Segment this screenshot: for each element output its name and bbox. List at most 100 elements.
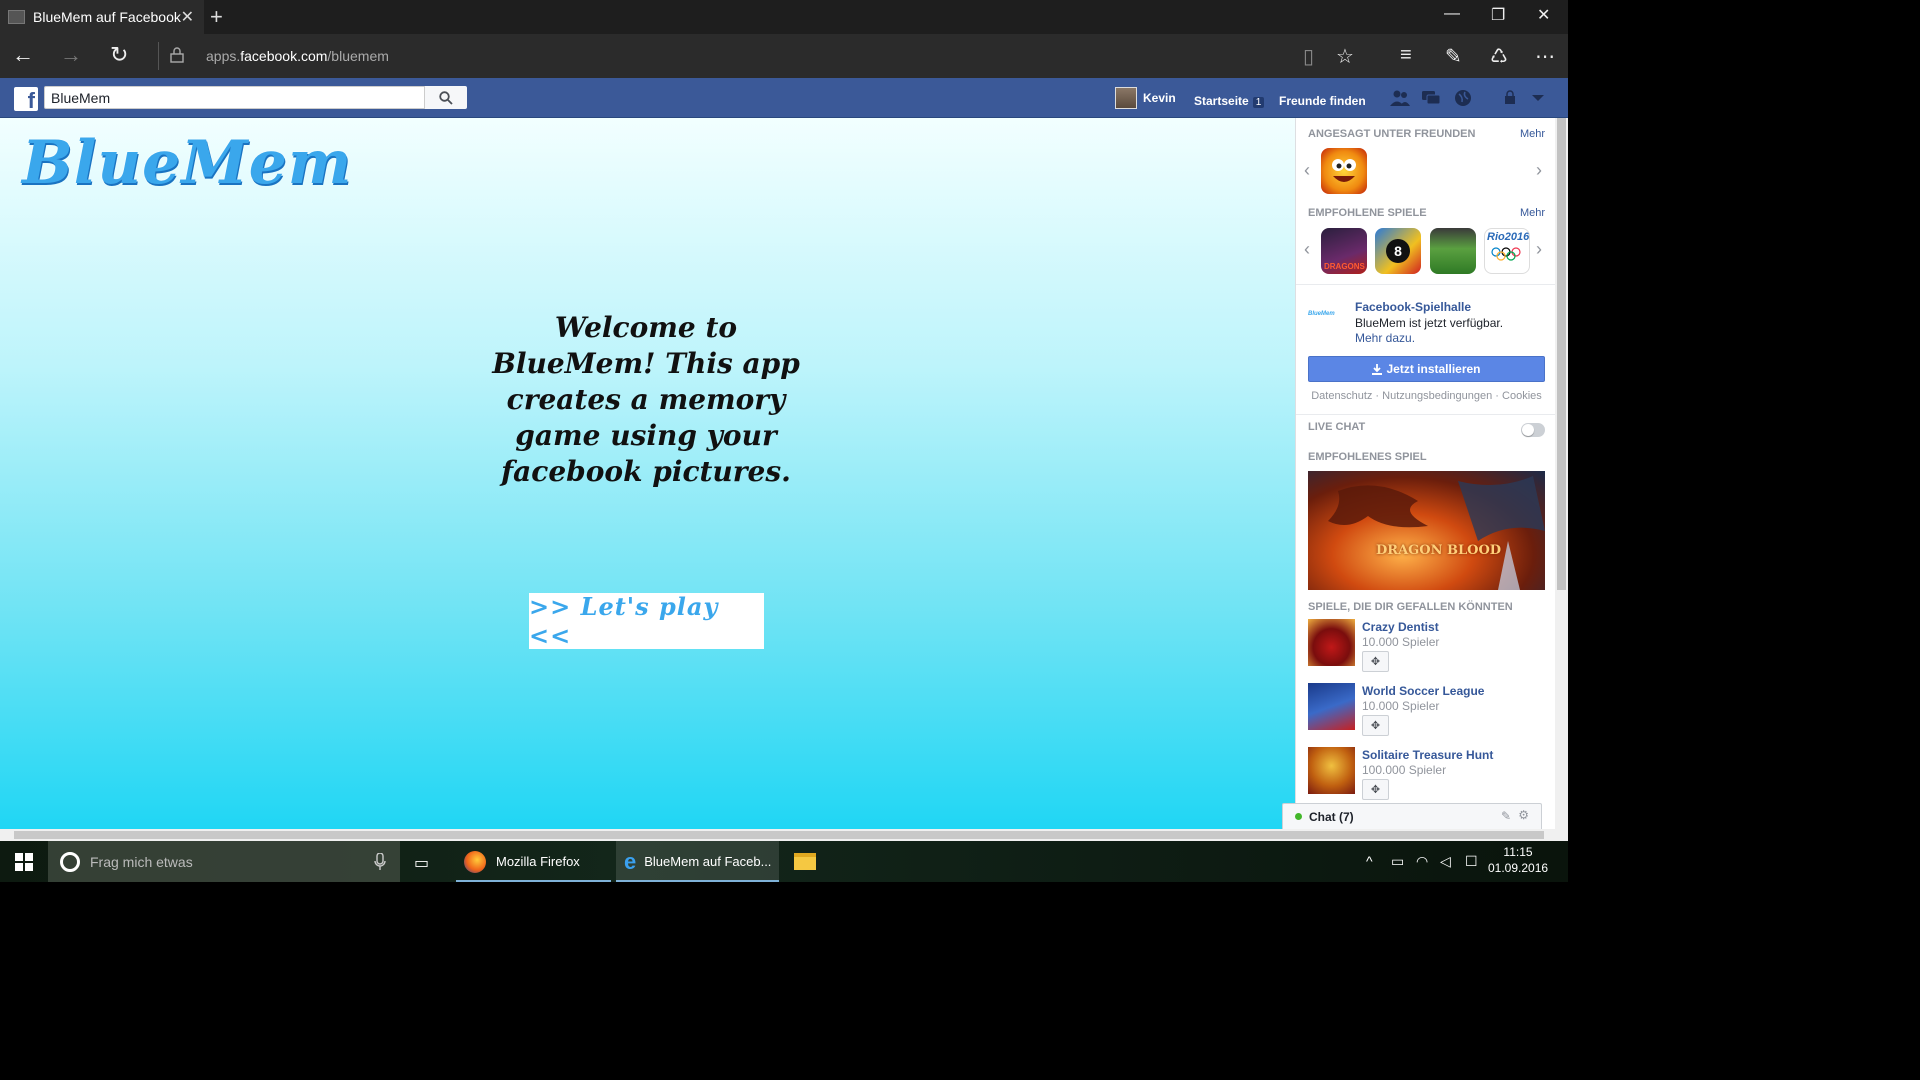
play-game-button[interactable]: ✥ bbox=[1362, 779, 1389, 800]
microphone-icon[interactable] bbox=[374, 853, 386, 871]
dragon-artwork-icon bbox=[1328, 476, 1545, 590]
chat-settings-gear-icon[interactable]: ⚙ bbox=[1518, 808, 1529, 822]
home-link[interactable]: Startseite 1 bbox=[1194, 92, 1265, 110]
vertical-scrollbar-thumb[interactable] bbox=[1557, 118, 1566, 590]
recommended-heading: EMPFOHLENE SPIELE bbox=[1308, 207, 1427, 219]
privacy-shortcuts-icon[interactable] bbox=[1504, 89, 1524, 107]
facebook-search-input[interactable]: BlueMem bbox=[44, 86, 425, 109]
taskbar-app-firefox[interactable]: Mozilla Firefox bbox=[456, 841, 611, 882]
show-hidden-icons-chevron-up-icon[interactable]: ^ bbox=[1366, 853, 1373, 869]
install-button[interactable]: Jetzt installieren bbox=[1308, 356, 1545, 382]
player-count: 10.000 Spieler bbox=[1362, 699, 1440, 713]
arcade-title[interactable]: Facebook-Spielhalle bbox=[1355, 300, 1471, 314]
favorite-star-icon[interactable]: ☆ bbox=[1336, 44, 1354, 69]
tab-close-icon[interactable]: ✕ bbox=[181, 7, 194, 27]
share-icon[interactable]: ♺ bbox=[1490, 44, 1508, 69]
legal-links[interactable]: Datenschutz · Nutzungsbedingungen · Cook… bbox=[1308, 390, 1545, 402]
task-view-icon[interactable]: ▭ bbox=[414, 853, 429, 873]
back-arrow-icon[interactable]: ← bbox=[12, 42, 34, 68]
list-item[interactable]: World Soccer League 10.000 Spieler ✥ bbox=[1308, 683, 1548, 743]
new-tab-icon[interactable]: + bbox=[210, 4, 223, 30]
volume-icon[interactable]: ◁ bbox=[1440, 853, 1451, 870]
arcade-subtitle: BlueMem ist jetzt verfügbar. bbox=[1355, 316, 1504, 330]
taskbar-app-label: Mozilla Firefox bbox=[496, 854, 580, 869]
wifi-icon[interactable]: ◠ bbox=[1416, 853, 1428, 870]
play-game-button[interactable]: ✥ bbox=[1362, 715, 1389, 736]
start-button[interactable] bbox=[0, 841, 48, 882]
player-count: 10.000 Spieler bbox=[1362, 635, 1440, 649]
arcade-learn-more-link[interactable]: Mehr dazu. bbox=[1355, 331, 1415, 345]
vertical-scrollbar[interactable] bbox=[1555, 118, 1568, 829]
system-clock[interactable]: 11:15 01.09.2016 bbox=[1488, 844, 1548, 876]
lets-play-button[interactable]: >> Let's play << bbox=[529, 592, 764, 650]
facebook-topbar: f BlueMem Kevin Startseite 1 Freunde find… bbox=[0, 78, 1568, 118]
new-message-icon[interactable]: ✎ bbox=[1501, 809, 1511, 823]
download-icon bbox=[1372, 363, 1383, 375]
running-indicator bbox=[616, 880, 779, 882]
dragons-tile-label: DRAGONS bbox=[1324, 262, 1365, 271]
featured-game-banner[interactable]: DRAGON BLOOD bbox=[1308, 471, 1545, 590]
app-canvas: BlueMem Welcome to BlueMem! This app cre… bbox=[0, 118, 1295, 829]
windows-logo-icon bbox=[15, 852, 33, 871]
forward-arrow-icon[interactable]: → bbox=[60, 42, 82, 68]
browser-tab-active[interactable]: BlueMem auf Facebook ✕ bbox=[0, 0, 204, 34]
rio2016-icon[interactable]: Rio2016 bbox=[1484, 228, 1530, 274]
recommended-next-icon[interactable]: › bbox=[1536, 239, 1542, 260]
recommended-prev-icon[interactable]: ‹ bbox=[1304, 239, 1310, 260]
trending-more-link[interactable]: Mehr bbox=[1520, 128, 1545, 140]
web-note-icon[interactable]: ✎ bbox=[1445, 44, 1462, 69]
8-ball-label: 8 bbox=[1386, 239, 1410, 263]
list-item[interactable]: Crazy Dentist 10.000 Spieler ✥ bbox=[1308, 619, 1548, 679]
live-chat-toggle[interactable] bbox=[1521, 423, 1545, 437]
bluemem-logo: BlueMem bbox=[22, 128, 353, 198]
reading-view-icon[interactable]: ▯ bbox=[1303, 44, 1314, 69]
play-game-button[interactable]: ✥ bbox=[1362, 651, 1389, 672]
rio2016-tile-label: Rio2016 bbox=[1487, 231, 1530, 243]
game-name[interactable]: Crazy Dentist bbox=[1362, 620, 1439, 634]
trending-next-icon[interactable]: › bbox=[1536, 160, 1542, 181]
chat-bar[interactable]: Chat (7) ✎ ⚙ bbox=[1282, 803, 1542, 829]
horizontal-scrollbar[interactable] bbox=[0, 829, 1568, 841]
trending-heading: ANGESAGT UNTER FREUNDEN bbox=[1308, 128, 1476, 140]
trending-prev-icon[interactable]: ‹ bbox=[1304, 160, 1310, 181]
home-badge: 1 bbox=[1252, 97, 1265, 108]
dragons-game-icon[interactable]: DRAGONS bbox=[1321, 228, 1367, 274]
trending-game-tile[interactable] bbox=[1321, 148, 1367, 194]
action-center-icon[interactable]: ☐ bbox=[1465, 853, 1478, 870]
notifications-globe-icon[interactable] bbox=[1453, 89, 1473, 107]
battery-icon[interactable]: ▭ bbox=[1391, 853, 1404, 870]
facebook-logo-icon[interactable]: f bbox=[14, 87, 38, 111]
messages-icon[interactable] bbox=[1421, 89, 1441, 107]
profile-link[interactable]: Kevin bbox=[1115, 87, 1176, 109]
browser-addressbar: ← → ↻ apps.facebook.com/bluemem ▯ ☆ ≡ ✎ … bbox=[0, 34, 1568, 78]
account-menu-chevron-down-icon[interactable] bbox=[1528, 89, 1548, 107]
taskbar-app-explorer[interactable] bbox=[786, 841, 826, 882]
restore-icon[interactable]: ❐ bbox=[1491, 5, 1505, 25]
addressbar-divider bbox=[158, 42, 159, 70]
recommended-more-link[interactable]: Mehr bbox=[1520, 207, 1545, 219]
featured-game-title: DRAGON BLOOD bbox=[1376, 543, 1502, 558]
refresh-icon[interactable]: ↻ bbox=[110, 42, 128, 68]
hub-icon[interactable]: ≡ bbox=[1400, 44, 1412, 67]
game-controller-icon: ✥ bbox=[1370, 784, 1381, 796]
search-button[interactable] bbox=[425, 86, 467, 109]
cortana-search-box[interactable]: Frag mich etwas bbox=[48, 841, 400, 882]
8-ball-pool-icon[interactable]: 8 bbox=[1375, 228, 1421, 274]
find-friends-link[interactable]: Freunde finden bbox=[1279, 92, 1366, 110]
edge-browser-icon: e bbox=[624, 848, 637, 874]
list-item[interactable]: Solitaire Treasure Hunt 100.000 Spieler … bbox=[1308, 747, 1548, 807]
taskbar-app-edge[interactable]: e BlueMem auf Faceb... bbox=[616, 841, 779, 882]
soccer-game-icon[interactable] bbox=[1430, 228, 1476, 274]
profile-name: Kevin bbox=[1143, 91, 1176, 105]
url-field[interactable]: apps.facebook.com/bluemem bbox=[206, 48, 389, 64]
horizontal-scrollbar-thumb[interactable] bbox=[14, 831, 1544, 839]
game-name[interactable]: Solitaire Treasure Hunt bbox=[1362, 748, 1493, 762]
game-name[interactable]: World Soccer League bbox=[1362, 684, 1484, 698]
install-button-label: Jetzt installieren bbox=[1386, 362, 1481, 376]
minimize-icon[interactable]: — bbox=[1444, 5, 1460, 23]
friend-requests-icon[interactable] bbox=[1390, 89, 1410, 107]
running-indicator bbox=[456, 880, 611, 882]
clock-date: 01.09.2016 bbox=[1488, 861, 1549, 875]
window-close-icon[interactable]: ✕ bbox=[1537, 5, 1550, 25]
more-actions-icon[interactable]: ⋯ bbox=[1535, 44, 1555, 69]
